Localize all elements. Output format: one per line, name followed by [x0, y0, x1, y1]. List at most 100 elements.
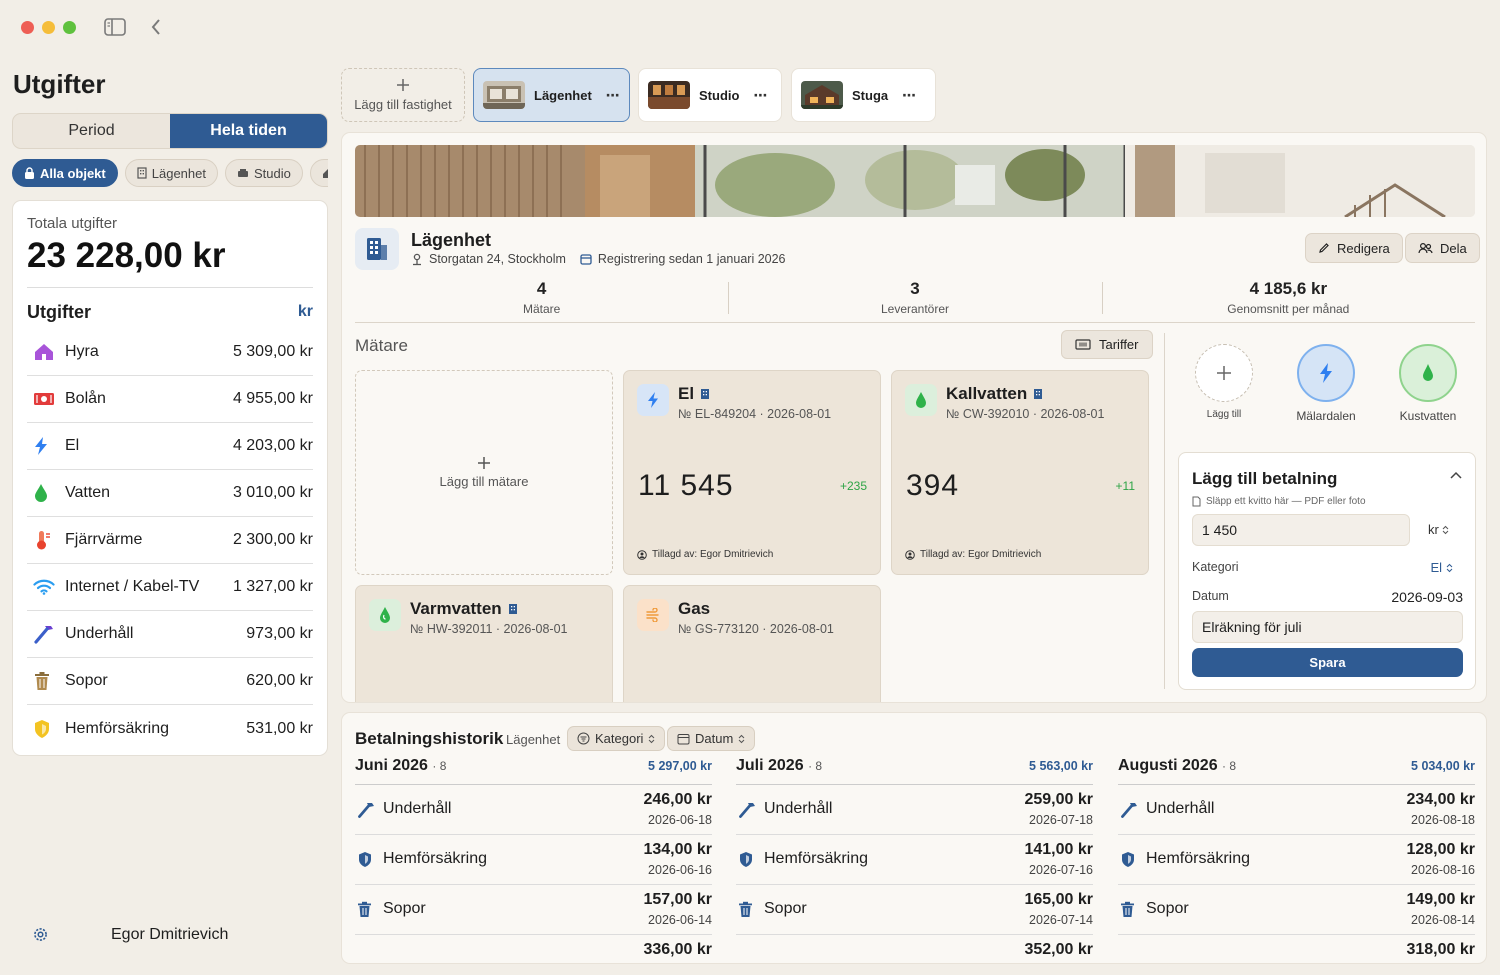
collapse-chevron-icon[interactable] [1450, 471, 1462, 479]
category-row-underhall[interactable]: Underhåll 973,00 kr [27, 611, 313, 658]
transaction-amount: 149,00 kr [1406, 891, 1475, 908]
more-options-icon[interactable]: ⋯ [753, 87, 768, 104]
transaction-amount: 352,00 kr [1024, 941, 1093, 958]
filter-chip-all[interactable]: Alla objekt [12, 159, 118, 187]
date-row[interactable]: Datum 2026-09-03 [1192, 589, 1463, 605]
category-row-fjarrvarme[interactable]: Fjärrvärme 2 300,00 kr [27, 517, 313, 564]
minimize-window-button[interactable] [42, 21, 55, 34]
transaction-date: 2026-08-18 [1411, 813, 1475, 827]
sidebar-toggle-icon[interactable] [104, 18, 126, 36]
gas-icon [637, 599, 669, 631]
transaction-row[interactable]: Sopor 149,00 kr 2026-08-14 [1118, 885, 1475, 935]
transaction-row[interactable]: Underhåll 246,00 kr 2026-06-18 [355, 785, 712, 835]
property-tab-cabin[interactable]: Stuga ⋯ [791, 68, 936, 122]
close-window-button[interactable] [21, 21, 34, 34]
transaction-date: 2026-06-18 [648, 813, 712, 827]
edit-button[interactable]: Redigera [1305, 233, 1403, 263]
user-name[interactable]: Egor Dmitrievich [111, 926, 228, 944]
category-select[interactable]: El [1430, 560, 1453, 575]
back-chevron-icon[interactable] [150, 18, 162, 36]
receipt-drop-zone[interactable]: Släpp ett kvitto här — PDF eller foto [1192, 496, 1366, 507]
gear-icon[interactable] [32, 926, 49, 943]
more-options-icon[interactable]: ⋯ [606, 87, 621, 104]
amount-input[interactable]: 1 450 [1192, 514, 1410, 546]
provider-malardalen[interactable]: Mälardalen [1286, 344, 1366, 423]
transaction-row[interactable]: Hemförsäkring 134,00 kr 2026-06-16 [355, 835, 712, 885]
wifi-icon [27, 579, 65, 595]
share-button[interactable]: Dela [1405, 233, 1480, 263]
provider-kustvatten[interactable]: Kustvatten [1388, 344, 1468, 423]
transaction-date: 2026-07-18 [1029, 813, 1093, 827]
property-tab-label: Lägenhet [534, 87, 592, 103]
transaction-date: 2026-06-14 [648, 913, 712, 927]
meter-card-kallvatten[interactable]: Kallvatten № CW-392010 · 2026-08-01 394 … [891, 370, 1149, 575]
property-address: Storgatan 24, Stockholm [429, 252, 566, 266]
meter-card-varmvatten[interactable]: Varmvatten № HW-392011 · 2026-08-01 [355, 585, 613, 702]
hammer-icon [738, 801, 756, 819]
filter-chip-label: Alla objekt [40, 165, 106, 181]
filter-chip-label: Lägenhet [151, 165, 206, 181]
transaction-row[interactable]: Hemförsäkring 128,00 kr 2026-08-16 [1118, 835, 1475, 885]
filter-chip-cabin[interactable]: S [309, 159, 328, 187]
filter-chip-apartment[interactable]: Lägenhet [124, 159, 218, 187]
meter-card-el[interactable]: El № EL-849204 · 2026-08-01 11 545 +235 … [623, 370, 881, 575]
save-button[interactable]: Spara [1192, 648, 1463, 677]
category-row-vatten[interactable]: Vatten 3 010,00 kr [27, 470, 313, 517]
stat-label: Genomsnitt per månad [1227, 302, 1350, 316]
meter-name: Kallvatten [946, 384, 1043, 404]
category-row-el[interactable]: El 4 203,00 kr [27, 423, 313, 470]
property-stats: 4 Mätare 3 Leverantörer 4 185,6 kr Genom… [355, 279, 1475, 323]
meter-number: № CW-392010 · 2026-08-01 [946, 407, 1105, 421]
month-header: Augusti 2026 · 8 5 034,00 kr [1118, 757, 1475, 785]
add-property-button[interactable]: Lägg till fastighet [341, 68, 465, 122]
property-tab-studio[interactable]: Studio ⋯ [638, 68, 782, 122]
add-provider-button[interactable]: Lägg till [1184, 344, 1264, 420]
cabin-thumbnail [801, 81, 843, 109]
filter-chip-studio[interactable]: Studio [224, 159, 303, 187]
period-tab[interactable]: Period [13, 114, 170, 148]
house-icon [27, 342, 65, 362]
meter-number: № GS-773120 · 2026-08-01 [678, 622, 834, 636]
add-meter-button[interactable]: Lägg till mätare [355, 370, 613, 575]
add-meter-label: Lägg till mätare [439, 474, 529, 489]
transaction-row[interactable]: Sopor 165,00 kr 2026-07-14 [736, 885, 1093, 935]
currency-toggle[interactable]: kr [298, 303, 313, 321]
meter-number: № EL-849204 · 2026-08-01 [678, 407, 832, 421]
stat-value: 4 [536, 279, 547, 298]
category-row-hemforsakring[interactable]: Hemförsäkring 531,00 kr [27, 705, 313, 752]
category-amount: 620,00 kr [246, 672, 313, 689]
category-row[interactable]: Kategori El [1192, 560, 1463, 575]
transaction-row[interactable]: 336,00 kr [355, 935, 712, 963]
note-input[interactable]: Elräkning för juli [1192, 611, 1463, 643]
transaction-row[interactable]: Underhåll 259,00 kr 2026-07-18 [736, 785, 1093, 835]
page-title: Utgifter [13, 69, 106, 99]
maximize-window-button[interactable] [63, 21, 76, 34]
divider [1164, 333, 1165, 689]
drop-icon [27, 483, 65, 503]
add-property-label: Lägg till fastighet [354, 97, 452, 112]
date-filter-button[interactable]: Datum [667, 726, 756, 751]
category-row-bolan[interactable]: Bolån 4 955,00 kr [27, 376, 313, 423]
category-amount: 4 955,00 kr [232, 390, 313, 407]
month-name: Juni 2026 · 8 [355, 757, 446, 775]
date-value[interactable]: 2026-09-03 [1391, 589, 1463, 605]
transaction-row[interactable]: 352,00 kr [736, 935, 1093, 963]
currency-select[interactable]: kr [1428, 522, 1449, 537]
meter-card-gas[interactable]: Gas № GS-773120 · 2026-08-01 [623, 585, 881, 702]
meter-name-text: Gas [678, 599, 711, 618]
category-row-internet[interactable]: Internet / Kabel-TV 1 327,00 kr [27, 564, 313, 611]
all-time-tab[interactable]: Hela tiden [170, 114, 327, 148]
category-row-hyra[interactable]: Hyra 5 309,00 kr [27, 329, 313, 376]
transaction-row[interactable]: Sopor 157,00 kr 2026-06-14 [355, 885, 712, 935]
meter-delta: +235 [839, 479, 867, 493]
transaction-row[interactable]: Underhåll 234,00 kr 2026-08-18 [1118, 785, 1475, 835]
transaction-row[interactable]: 318,00 kr [1118, 935, 1475, 963]
more-options-icon[interactable]: ⋯ [902, 87, 917, 104]
tariffs-button[interactable]: Tariffer [1061, 330, 1153, 359]
property-banner-image [355, 145, 1475, 217]
category-row-sopor[interactable]: Sopor 620,00 kr [27, 658, 313, 705]
plus-icon [477, 456, 491, 470]
category-filter-button[interactable]: Kategori [567, 726, 666, 751]
transaction-row[interactable]: Hemförsäkring 141,00 kr 2026-07-16 [736, 835, 1093, 885]
property-tab-apartment[interactable]: Lägenhet ⋯ [473, 68, 630, 122]
